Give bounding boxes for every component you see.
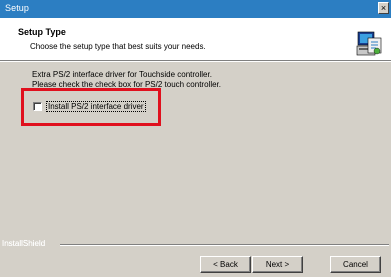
cancel-button[interactable]: Cancel [330,256,381,273]
footer-divider [60,244,389,246]
back-button[interactable]: < Back [200,256,251,273]
window-title: Setup [5,3,30,13]
setup-dialog: Setup × Setup Type Choose the setup type… [0,0,391,277]
description-line-1: Extra PS/2 interface driver for Touchsid… [32,70,212,79]
close-button[interactable]: × [378,2,389,14]
highlight-box [21,88,161,126]
page-title: Setup Type [18,27,66,37]
title-bar[interactable]: Setup × [0,0,391,18]
description-text: Extra PS/2 interface driver for Touchsid… [32,70,221,90]
computer-setup-icon [356,31,382,56]
installshield-brand: InstallShield [2,239,46,248]
dialog-header: Setup Type Choose the setup type that be… [0,18,391,61]
page-subtitle: Choose the setup type that best suits yo… [30,42,206,51]
close-icon: × [380,3,387,13]
header-divider [0,61,391,62]
next-button[interactable]: Next > [252,256,303,273]
